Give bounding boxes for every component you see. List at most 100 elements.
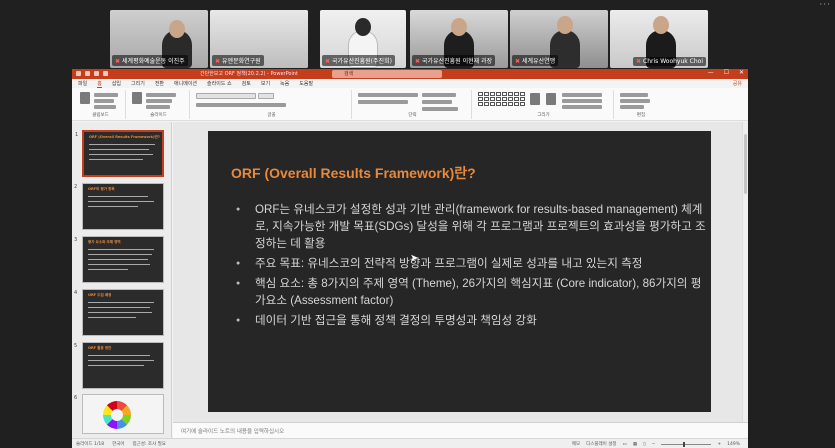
group-clipboard: 클립보드 bbox=[76, 90, 126, 119]
save-icon[interactable] bbox=[85, 71, 90, 76]
bullet-item: ORF는 유네스코가 설정한 성과 기반 관리(framework for re… bbox=[236, 201, 706, 252]
slide-thumbnail[interactable]: 2 ORF의 평가 항목 bbox=[74, 183, 164, 230]
replace-button[interactable] bbox=[620, 99, 650, 103]
group-editing: 편집 bbox=[616, 90, 666, 119]
zoom-out-icon[interactable]: − bbox=[652, 442, 656, 447]
bullet-item: 데이터 기반 접근을 통해 정책 결정의 투명성과 책임성 강화 bbox=[236, 312, 706, 329]
cut-button[interactable] bbox=[94, 93, 118, 97]
align-buttons[interactable] bbox=[358, 100, 408, 104]
participant-name: ✖ 세계유산연맹 bbox=[512, 55, 559, 66]
mouse-cursor-icon: ➤ bbox=[410, 253, 419, 264]
slide-thumbnail[interactable]: 4 ORF 도입 배경 bbox=[74, 289, 164, 336]
tab-record[interactable]: 녹음 bbox=[280, 80, 289, 87]
reading-view-icon[interactable]: ▯ bbox=[643, 442, 645, 447]
search-box[interactable]: 검색 bbox=[332, 70, 442, 78]
document-title: 간단한보고 ORF 정책(20.2.2) - PowerPoint bbox=[200, 71, 298, 77]
align-text-button[interactable] bbox=[422, 100, 452, 104]
slide-counter: 슬라이드 1/18 bbox=[76, 442, 105, 447]
shape-fill-button[interactable] bbox=[562, 93, 602, 97]
smartart-button[interactable] bbox=[422, 107, 458, 111]
tab-home[interactable]: 홈 bbox=[97, 80, 102, 88]
participant-tile[interactable]: ✖ 유엔문화연구원 bbox=[210, 10, 308, 68]
tab-draw[interactable]: 그리기 bbox=[131, 80, 145, 87]
font-family-select[interactable] bbox=[196, 93, 256, 99]
video-strip: ✖ 세계평화예술운동 이진주 ✖ 유엔문화연구원 ✖ 국가유산진흥원(주진희) ✖ 국가… bbox=[110, 10, 708, 68]
tab-slideshow[interactable]: 슬라이드 쇼 bbox=[207, 80, 232, 87]
zoom-slider[interactable] bbox=[661, 441, 712, 447]
tab-animations[interactable]: 애니메이션 bbox=[174, 80, 197, 87]
slide-editor[interactable]: ORF (Overall Results Framework)란? ORF는 유… bbox=[173, 122, 748, 422]
participant-tile[interactable]: ✖ 세계유산연맹 bbox=[510, 10, 608, 68]
tab-insert[interactable]: 삽입 bbox=[112, 80, 121, 87]
tab-file[interactable]: 파일 bbox=[78, 80, 87, 87]
autosave-icon[interactable] bbox=[76, 71, 81, 76]
slide-title[interactable]: ORF (Overall Results Framework)란? bbox=[231, 163, 476, 183]
participant-name: ✖ 국가유산진흥원(주진희) bbox=[322, 55, 395, 66]
arrange-icon[interactable] bbox=[530, 93, 540, 105]
ribbon: 클립보드 슬라이드 글꼴 단락 그리기 편집 bbox=[72, 88, 748, 121]
bullet-item: 핵심 요소: 총 8가지의 주제 영역 (Theme), 26가지의 핵심지표 … bbox=[236, 275, 706, 309]
text-direction-button[interactable] bbox=[422, 93, 456, 97]
display-settings[interactable]: 디스플레이 설정 bbox=[586, 441, 616, 447]
participant-tile[interactable]: ✖ Chris Woohyuk Choi bbox=[610, 10, 708, 68]
group-paragraph: 단락 bbox=[354, 90, 472, 119]
sorter-view-icon[interactable]: ▦ bbox=[633, 442, 637, 447]
section-button[interactable] bbox=[146, 105, 170, 109]
status-bar: 슬라이드 1/18 한국어 접근성: 조사 필요 메모 디스플레이 설정 ▭ ▦… bbox=[72, 438, 748, 448]
maximize-button[interactable]: ☐ bbox=[724, 69, 729, 76]
redo-icon[interactable] bbox=[103, 71, 108, 76]
zoom-level[interactable]: 149% bbox=[727, 442, 740, 447]
language-indicator[interactable]: 한국어 bbox=[112, 441, 124, 447]
participant-tile[interactable]: ✖ 세계평화예술운동 이진주 bbox=[110, 10, 208, 68]
tab-help[interactable]: 도움말 bbox=[299, 80, 313, 87]
group-font: 글꼴 bbox=[192, 90, 352, 119]
bullet-item: 주요 목표: 유네스코의 전략적 방향과 프로그램이 실제로 성과를 내고 있는… bbox=[236, 255, 706, 272]
slide-thumbnail[interactable]: 6 bbox=[74, 394, 164, 434]
participant-name: ✖ 유엔문화연구원 bbox=[212, 55, 264, 66]
paste-icon[interactable] bbox=[80, 92, 90, 104]
notes-toggle[interactable]: 메모 bbox=[572, 441, 580, 447]
normal-view-icon[interactable]: ▭ bbox=[623, 442, 627, 447]
slide-thumbnail[interactable]: 5 ORF 활용 방안 bbox=[74, 342, 164, 389]
tab-review[interactable]: 검토 bbox=[242, 80, 251, 87]
format-painter-button[interactable] bbox=[94, 105, 116, 109]
new-slide-icon[interactable] bbox=[132, 92, 142, 104]
select-button[interactable] bbox=[620, 105, 644, 109]
current-slide[interactable]: ORF (Overall Results Framework)란? ORF는 유… bbox=[208, 131, 711, 412]
participant-tile[interactable]: ✖ 국가유산진흥원 이현재 과장 bbox=[410, 10, 508, 68]
group-drawing: 그리기 bbox=[474, 90, 614, 119]
slide-body[interactable]: ORF는 유네스코가 설정한 성과 기반 관리(framework for re… bbox=[236, 201, 706, 332]
shapes-gallery[interactable] bbox=[478, 92, 525, 106]
slide-thumbnail-panel: 1 ORF (Overall Results Framework)란? 2 OR… bbox=[72, 122, 172, 438]
reset-button[interactable] bbox=[146, 99, 172, 103]
shape-effects-button[interactable] bbox=[562, 105, 602, 109]
notes-pane[interactable]: 여기에 슬라이드 노트의 내용을 입력하십시오 bbox=[173, 422, 748, 438]
share-button[interactable]: 공유 bbox=[733, 80, 742, 87]
copy-button[interactable] bbox=[94, 99, 114, 103]
undo-icon[interactable] bbox=[94, 71, 99, 76]
slide-thumbnail[interactable]: 1 ORF (Overall Results Framework)란? bbox=[75, 130, 164, 177]
quick-styles-icon[interactable] bbox=[546, 93, 556, 105]
ribbon-tabs: 파일 홈 삽입 그리기 전환 애니메이션 슬라이드 쇼 검토 보기 녹음 도움말… bbox=[72, 79, 748, 88]
slide-thumbnail[interactable]: 3 평가 요소와 주제 영역 bbox=[74, 236, 164, 283]
tab-view[interactable]: 보기 bbox=[261, 80, 270, 87]
participant-name: ✖ 세계평화예술운동 이진주 bbox=[112, 55, 188, 66]
participant-name: ✖ 국가유산진흥원 이현재 과장 bbox=[412, 55, 496, 66]
shape-outline-button[interactable] bbox=[562, 99, 602, 103]
zoom-in-icon[interactable]: + bbox=[717, 442, 721, 447]
list-buttons[interactable] bbox=[358, 93, 418, 97]
theme-wheel-graphic bbox=[103, 401, 131, 429]
participant-tile[interactable]: ✖ 국가유산진흥원(주진희) bbox=[320, 10, 406, 68]
layout-button[interactable] bbox=[146, 93, 176, 97]
font-size-select[interactable] bbox=[258, 93, 274, 99]
participant-name: ✖ Chris Woohyuk Choi bbox=[633, 57, 706, 66]
find-button[interactable] bbox=[620, 93, 648, 97]
accessibility-status[interactable]: 접근성: 조사 필요 bbox=[133, 441, 166, 447]
more-icon[interactable]: ··· bbox=[819, 0, 831, 10]
minimize-button[interactable]: — bbox=[708, 69, 714, 76]
close-button[interactable]: ✕ bbox=[739, 69, 744, 76]
vertical-scrollbar[interactable] bbox=[742, 122, 748, 422]
title-bar: 간단한보고 ORF 정책(20.2.2) - PowerPoint 검색 — ☐… bbox=[72, 69, 748, 79]
font-format-buttons[interactable] bbox=[196, 103, 286, 107]
tab-transitions[interactable]: 전환 bbox=[155, 80, 164, 87]
